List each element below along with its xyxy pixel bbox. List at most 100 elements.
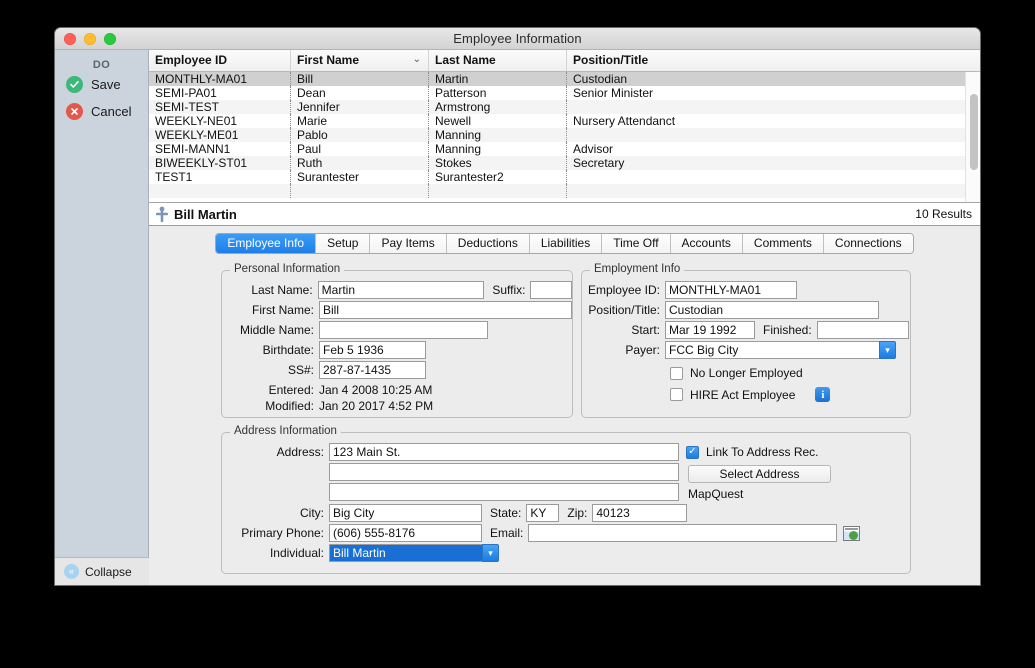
cell-employee-id: MONTHLY-MA01 [149, 72, 291, 86]
cell-employee-id: SEMI-MANN1 [149, 142, 291, 156]
tab-setup[interactable]: Setup [316, 233, 371, 253]
chevron-double-left-icon: « [64, 564, 79, 579]
entered-value: Jan 4 2008 10:25 AM [319, 383, 433, 397]
table-row[interactable]: SEMI-PA01 Dean Patterson Senior Minister [149, 86, 980, 100]
help-icon[interactable]: i [815, 387, 831, 402]
finished-label: Finished: [763, 323, 812, 337]
tab-comments[interactable]: Comments [742, 233, 824, 253]
suffix-field[interactable] [530, 281, 572, 299]
table-scrollbar-thumb[interactable] [970, 94, 978, 170]
ssn-label: SS#: [287, 363, 314, 377]
tab-accounts[interactable]: Accounts [670, 233, 743, 253]
table-row[interactable]: SEMI-MANN1 Paul Manning Advisor [149, 142, 980, 156]
cell-position [567, 184, 980, 198]
tab-deductions[interactable]: Deductions [446, 233, 530, 253]
employee-info-form: Personal Information Last Name: Martin S… [149, 256, 980, 585]
table-scrollbar[interactable] [965, 72, 980, 202]
email-field[interactable] [528, 524, 838, 542]
tab-liabilities[interactable]: Liabilities [529, 233, 603, 253]
employee-list-table: Employee ID First Name ⌄ Last Name Posit… [149, 50, 980, 203]
hire-act-employee-checkbox[interactable] [670, 388, 683, 401]
cell-employee-id: SEMI-TEST [149, 100, 291, 114]
results-count: 10 Results [915, 207, 972, 221]
table-row[interactable]: BIWEEKLY-ST01 Ruth Stokes Secretary [149, 156, 980, 170]
save-button[interactable]: Save [55, 71, 148, 98]
email-app-icon[interactable] [843, 525, 861, 541]
column-header-first-name[interactable]: First Name ⌄ [291, 50, 429, 71]
individual-label: Individual: [269, 546, 324, 560]
left-sidebar: DO Save Cancel « Collapse [55, 50, 149, 585]
zip-field[interactable]: 40123 [592, 504, 688, 522]
birthdate-field[interactable]: Feb 5 1936 [319, 341, 426, 359]
column-header-last-name[interactable]: Last Name [429, 50, 567, 71]
state-field[interactable]: KY [526, 504, 560, 522]
link-to-address-rec-checkbox[interactable]: ✓ [686, 445, 699, 459]
record-name: Bill Martin [174, 206, 237, 222]
table-row[interactable]: MONTHLY-MA01 Bill Martin Custodian [149, 72, 980, 86]
tab-bar: Employee Info Setup Pay Items Deductions… [149, 226, 980, 256]
chevron-down-icon[interactable]: ▾ [482, 544, 499, 562]
tab-pay-items[interactable]: Pay Items [370, 233, 447, 253]
column-header-position[interactable]: Position/Title [567, 50, 980, 71]
cell-first-name: Ruth [291, 156, 429, 170]
cell-employee-id: BIWEEKLY-ST01 [149, 156, 291, 170]
tab-time-off[interactable]: Time Off [602, 233, 671, 253]
address-line3-field[interactable] [329, 483, 679, 501]
cell-position [567, 170, 980, 184]
mapquest-link[interactable]: MapQuest [688, 487, 743, 501]
person-icon [155, 206, 169, 223]
tab-employee-info[interactable]: Employee Info [216, 233, 317, 253]
payer-field[interactable]: FCC Big City [665, 341, 879, 359]
payer-label: Payer: [625, 343, 660, 357]
collapse-button[interactable]: « Collapse [55, 557, 149, 585]
cell-first-name: Marie [291, 114, 429, 128]
cell-position [567, 128, 980, 142]
table-row[interactable]: WEEKLY-ME01 Pablo Manning [149, 128, 980, 142]
employment-info-group: Employment Info Employee ID: MONTHLY-MA0… [581, 263, 911, 418]
zip-label: Zip: [567, 506, 588, 520]
employee-id-label: Employee ID: [587, 283, 660, 297]
cell-employee-id: WEEKLY-ME01 [149, 128, 291, 142]
city-label: City: [300, 506, 324, 520]
table-row[interactable]: SEMI-TEST Jennifer Armstrong [149, 100, 980, 114]
position-title-field[interactable]: Custodian [665, 301, 879, 319]
entered-label: Entered: [268, 383, 314, 397]
individual-field[interactable]: Bill Martin [329, 544, 482, 562]
middle-name-field[interactable] [319, 321, 488, 339]
cell-first-name: Pablo [291, 128, 429, 142]
cancel-button[interactable]: Cancel [55, 98, 148, 125]
cell-position: Custodian [573, 72, 628, 86]
cell-last-name: Manning [429, 142, 567, 156]
cell-employee-id: TEST1 [149, 170, 291, 184]
column-header-employee-id[interactable]: Employee ID [149, 50, 291, 71]
table-row[interactable]: TEST1 Surantester Surantester2 [149, 170, 980, 184]
first-name-field[interactable]: Bill [319, 301, 572, 319]
cell-position: Secretary [573, 156, 625, 170]
window-titlebar: Employee Information [55, 28, 980, 50]
ssn-field[interactable]: 287-87-1435 [319, 361, 426, 379]
address-line1-field[interactable]: 123 Main St. [329, 443, 679, 461]
cell-first-name: Jennifer [291, 100, 429, 114]
city-field[interactable]: Big City [329, 504, 482, 522]
primary-phone-field[interactable]: (606) 555-8176 [329, 524, 482, 542]
select-address-button[interactable]: Select Address [688, 465, 831, 483]
table-header-row: Employee ID First Name ⌄ Last Name Posit… [149, 50, 980, 72]
modified-value: Jan 20 2017 4:52 PM [319, 399, 434, 413]
record-header: Bill Martin 10 Results [149, 203, 980, 226]
no-longer-employed-checkbox[interactable] [670, 366, 683, 380]
position-title-label: Position/Title: [588, 303, 660, 317]
employee-id-field[interactable]: MONTHLY-MA01 [665, 281, 797, 299]
start-field[interactable]: Mar 19 1992 [665, 321, 755, 339]
address-line2-field[interactable] [329, 463, 679, 481]
cell-position: Advisor [573, 142, 614, 156]
cell-position [567, 100, 980, 114]
finished-field[interactable] [816, 321, 909, 339]
middle-name-label: Middle Name: [239, 323, 314, 337]
last-name-field[interactable]: Martin [317, 281, 485, 299]
employee-information-window: Employee Information DO Save Cancel « Co… [55, 28, 980, 585]
chevron-down-icon[interactable]: ▾ [879, 341, 896, 359]
tab-connections[interactable]: Connections [823, 233, 913, 253]
table-row[interactable]: WEEKLY-NE01 Marie Newell Nursery Attenda… [149, 114, 980, 128]
link-to-address-rec-label: Link To Address Rec. [706, 445, 819, 459]
table-row-partial[interactable] [149, 184, 980, 198]
